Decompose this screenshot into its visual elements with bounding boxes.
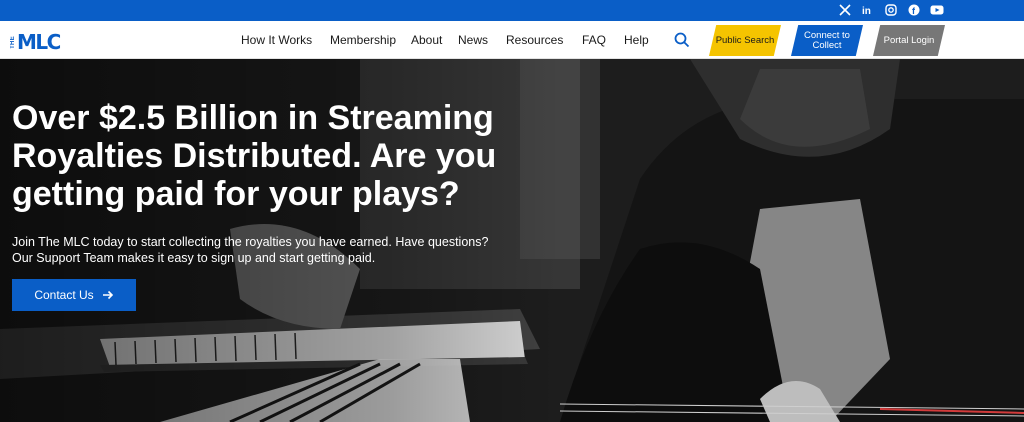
facebook-icon[interactable]: f (907, 3, 921, 17)
social-links: in f (838, 3, 944, 17)
contact-us-label: Contact Us (34, 288, 94, 302)
svg-text:in: in (862, 6, 871, 16)
hero-subtext-line-1: Join The MLC today to start collecting t… (12, 235, 489, 249)
public-search-button[interactable]: Public Search (709, 25, 781, 56)
youtube-icon[interactable] (930, 3, 944, 17)
logo-mlc: MLC (17, 30, 61, 54)
nav-resources[interactable]: Resources (506, 21, 563, 59)
top-utility-bar: in f (0, 0, 1024, 21)
connect-to-collect-button[interactable]: Connect to Collect (791, 25, 863, 56)
hero-subtext: Join The MLC today to start collecting t… (12, 234, 552, 266)
nav-membership[interactable]: Membership (330, 21, 396, 59)
contact-us-button[interactable]: Contact Us (12, 279, 136, 311)
x-icon[interactable] (838, 3, 852, 17)
logo-the: THE (10, 35, 16, 49)
search-icon[interactable] (673, 31, 691, 49)
mlc-logo[interactable]: THE MLC (10, 30, 61, 54)
nav-about[interactable]: About (411, 21, 442, 59)
nav-faq[interactable]: FAQ (582, 21, 606, 59)
nav-news[interactable]: News (458, 21, 488, 59)
portal-login-button[interactable]: Portal Login (873, 25, 945, 56)
nav-how-it-works[interactable]: How It Works (241, 21, 312, 59)
nav-help[interactable]: Help (624, 21, 649, 59)
instagram-icon[interactable] (884, 3, 898, 17)
linkedin-icon[interactable]: in (861, 3, 875, 17)
hero-headline: Over $2.5 Billion in Streaming Royalties… (12, 99, 497, 213)
arrow-right-icon (102, 290, 113, 300)
hero-subtext-line-2: Our Support Team makes it easy to sign u… (12, 251, 376, 265)
main-navbar: THE MLC How It Works Membership About Ne… (0, 21, 1024, 59)
hero-section: Over $2.5 Billion in Streaming Royalties… (0, 59, 1024, 422)
